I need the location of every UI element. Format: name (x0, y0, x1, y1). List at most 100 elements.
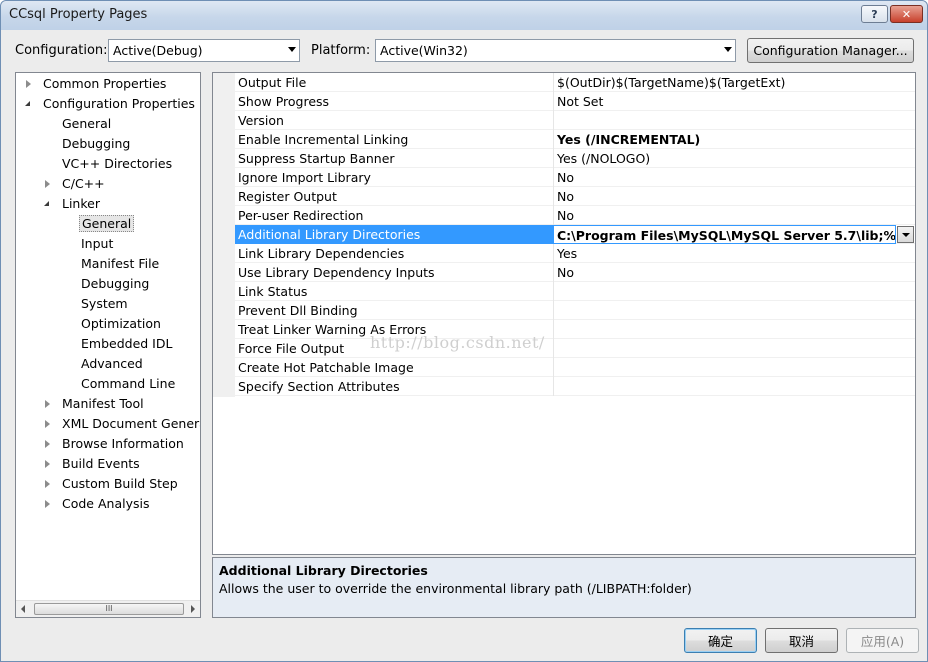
cancel-button[interactable]: 取消 (765, 628, 838, 653)
tree-item[interactable]: Manifest File (79, 255, 161, 274)
property-row[interactable]: Force File Output (235, 339, 915, 358)
property-name: Ignore Import Library (238, 170, 371, 185)
tree-item[interactable]: Configuration Properties (25, 95, 197, 114)
tree-horizontal-scrollbar[interactable]: III (16, 600, 200, 617)
expand-arrow-icon[interactable] (45, 180, 50, 188)
tree-item-label: Debugging (62, 136, 131, 151)
tree-item-label: Optimization (81, 316, 161, 331)
property-row[interactable]: Prevent Dll Binding (235, 301, 915, 320)
property-tree[interactable]: Common Properties Configuration Propertie… (15, 72, 201, 618)
property-value[interactable] (553, 111, 915, 130)
expand-arrow-icon[interactable] (45, 500, 50, 508)
tree-item[interactable]: Debugging (60, 135, 132, 154)
expand-arrow-icon[interactable] (26, 80, 31, 88)
property-value[interactable]: No (553, 168, 915, 187)
property-row[interactable]: Show Progress Not Set (235, 92, 915, 111)
close-icon: ✕ (901, 7, 912, 21)
property-value[interactable]: $(OutDir)$(TargetName)$(TargetExt) (553, 73, 915, 92)
property-value[interactable] (553, 377, 915, 396)
property-row[interactable]: Ignore Import Library No (235, 168, 915, 187)
tree-item[interactable]: Browse Information (45, 435, 186, 454)
apply-button[interactable]: 应用(A) (846, 628, 919, 653)
property-row[interactable]: Output File $(OutDir)$(TargetName)$(Targe… (235, 73, 915, 92)
property-row[interactable]: Suppress Startup Banner Yes (/NOLOGO) (235, 149, 915, 168)
configuration-label: Configuration: (15, 43, 108, 58)
tree-item[interactable]: Common Properties (26, 75, 168, 94)
tree-item[interactable]: Linker (44, 195, 102, 214)
property-name: Link Library Dependencies (238, 246, 405, 261)
value-dropdown-button[interactable] (897, 226, 914, 243)
tree-item[interactable]: Debugging (79, 275, 151, 294)
property-value[interactable] (553, 301, 915, 320)
tree-item[interactable]: VC++ Directories (60, 155, 174, 174)
expand-arrow-icon[interactable] (45, 460, 50, 468)
collapse-arrow-icon[interactable] (25, 101, 30, 106)
chevron-down-icon (724, 47, 732, 52)
tree-item[interactable]: Command Line (79, 375, 177, 394)
tree-item[interactable]: General (79, 215, 135, 234)
property-value[interactable]: Yes (/NOLOGO) (553, 149, 915, 168)
property-name: Per-user Redirection (238, 208, 364, 223)
property-value[interactable]: Yes (/INCREMENTAL) (553, 130, 915, 149)
scrollbar-thumb[interactable]: III (34, 603, 184, 615)
property-name: Use Library Dependency Inputs (238, 265, 435, 280)
property-row[interactable]: Link Status (235, 282, 915, 301)
help-button[interactable]: ? (861, 5, 888, 23)
property-value[interactable]: No (553, 263, 915, 282)
tree-item-label: Configuration Properties (43, 96, 195, 111)
property-value[interactable] (553, 282, 915, 301)
tree-item[interactable]: General (60, 115, 113, 134)
expand-arrow-icon[interactable] (45, 420, 50, 428)
property-row[interactable]: Use Library Dependency Inputs No (235, 263, 915, 282)
tree-item[interactable]: Advanced (79, 355, 145, 374)
property-row[interactable]: Additional Library Directories C:\Program… (235, 225, 915, 244)
property-row[interactable]: Per-user Redirection No (235, 206, 915, 225)
property-value[interactable]: C:\Program Files\MySQL\MySQL Server 5.7\… (553, 225, 896, 244)
title-bar[interactable]: CCsql Property Pages ? ✕ (1, 1, 927, 30)
tree-item[interactable]: Build Events (45, 455, 142, 474)
expand-arrow-icon[interactable] (45, 400, 50, 408)
property-value[interactable]: No (553, 187, 915, 206)
tree-item[interactable]: XML Document Generat (45, 415, 200, 434)
property-value[interactable]: No (553, 206, 915, 225)
platform-dropdown[interactable]: Active(Win32) (375, 39, 736, 62)
tree-item-label: Embedded IDL (81, 336, 173, 351)
collapse-arrow-icon[interactable] (44, 201, 49, 206)
configuration-manager-button[interactable]: Configuration Manager... (747, 38, 914, 63)
tree-item[interactable]: Optimization (79, 315, 163, 334)
property-row[interactable]: Register Output No (235, 187, 915, 206)
property-value[interactable] (553, 320, 915, 339)
tree-item-label: Build Events (62, 456, 140, 471)
scroll-left-icon[interactable] (21, 605, 25, 613)
property-row[interactable]: Treat Linker Warning As Errors (235, 320, 915, 339)
tree-item[interactable]: Manifest Tool (45, 395, 146, 414)
property-row[interactable]: Create Hot Patchable Image (235, 358, 915, 377)
tree-item[interactable]: System (79, 295, 130, 314)
property-name: Show Progress (238, 94, 330, 109)
grid-gutter (213, 73, 235, 397)
ok-button[interactable]: 确定 (684, 628, 757, 653)
tree-item-label: C/C++ (62, 176, 105, 191)
scroll-right-icon[interactable] (191, 605, 195, 613)
expand-arrow-icon[interactable] (45, 440, 50, 448)
close-button[interactable]: ✕ (890, 5, 923, 23)
property-row[interactable]: Specify Section Attributes (235, 377, 915, 396)
property-value[interactable]: Yes (553, 244, 915, 263)
tree-item-label: Manifest Tool (62, 396, 144, 411)
tree-item[interactable]: Code Analysis (45, 495, 151, 514)
property-row[interactable]: Enable Incremental Linking Yes (/INCREMEN… (235, 130, 915, 149)
tree-item-label: Custom Build Step (62, 476, 178, 491)
property-value[interactable] (553, 339, 915, 358)
property-value[interactable]: Not Set (553, 92, 915, 111)
tree-item[interactable]: Custom Build Step (45, 475, 180, 494)
expand-arrow-icon[interactable] (45, 480, 50, 488)
property-row[interactable]: Link Library Dependencies Yes (235, 244, 915, 263)
property-grid[interactable]: Output File $(OutDir)$(TargetName)$(Targe… (212, 72, 916, 555)
property-row[interactable]: Version (235, 111, 915, 130)
tree-item[interactable]: C/C++ (45, 175, 107, 194)
tree-item[interactable]: Embedded IDL (79, 335, 174, 354)
tree-item-label: Input (81, 236, 114, 251)
tree-item[interactable]: Input (79, 235, 115, 254)
property-value[interactable] (553, 358, 915, 377)
configuration-dropdown[interactable]: Active(Debug) (108, 39, 300, 62)
